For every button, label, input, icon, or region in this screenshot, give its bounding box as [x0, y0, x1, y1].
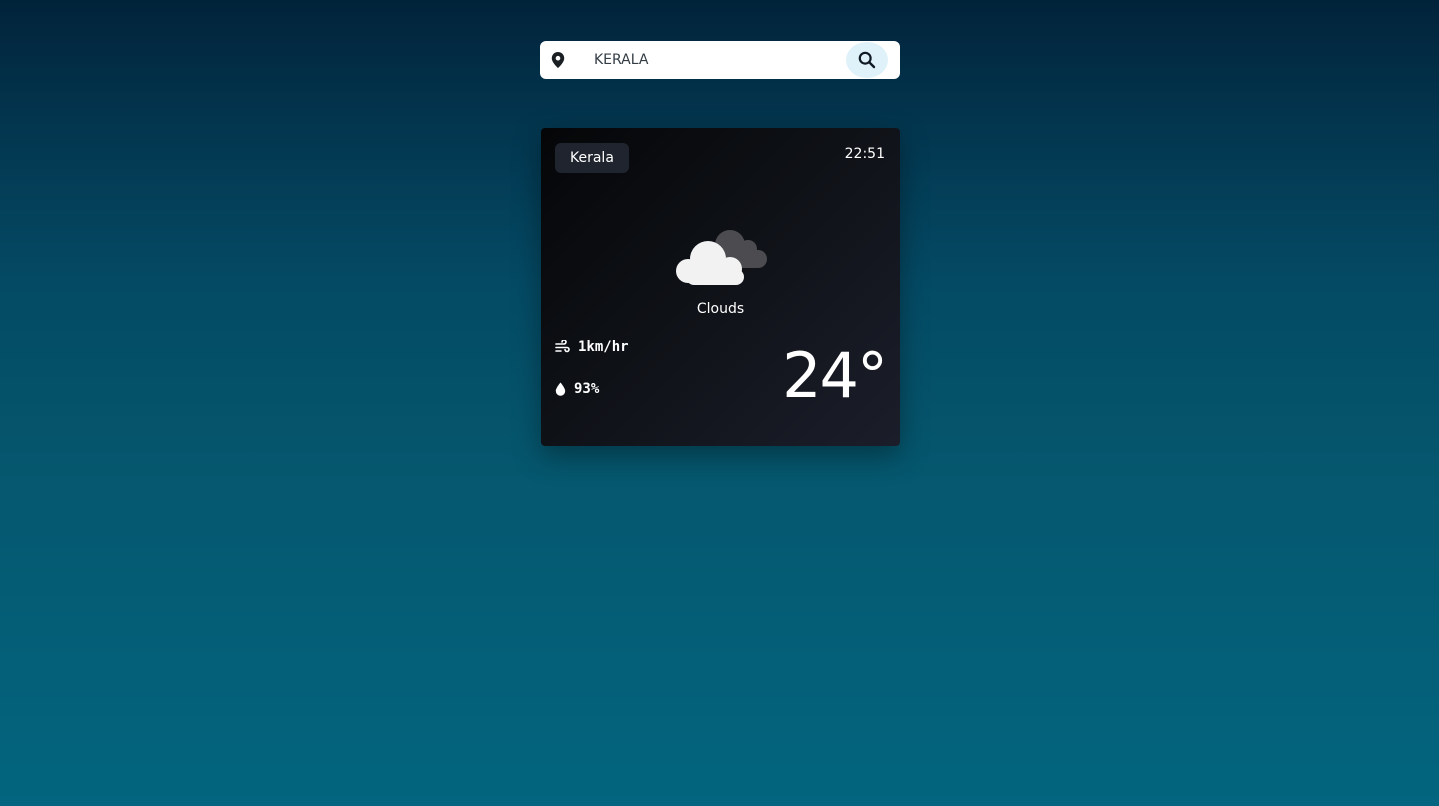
temperature: 24°: [782, 339, 888, 412]
search-input[interactable]: [586, 45, 836, 75]
local-time: 22:51: [844, 146, 885, 162]
location-badge: Kerala: [555, 143, 629, 173]
droplet-icon: [555, 382, 566, 396]
search-icon: [858, 51, 876, 69]
clouds-icon: [676, 230, 767, 285]
wind-icon: [555, 340, 570, 353]
humidity-value: 93%: [574, 381, 600, 397]
weather-card: Kerala 22:51 Clouds 1km/hr 93% 24°: [541, 128, 900, 446]
search-button[interactable]: [846, 42, 888, 78]
map-pin-icon: [551, 52, 565, 68]
humidity: 93%: [555, 381, 599, 397]
wind-speed-value: 1km/hr: [578, 339, 629, 355]
weather-condition: Clouds: [696, 301, 745, 317]
wind-speed: 1km/hr: [555, 339, 629, 355]
